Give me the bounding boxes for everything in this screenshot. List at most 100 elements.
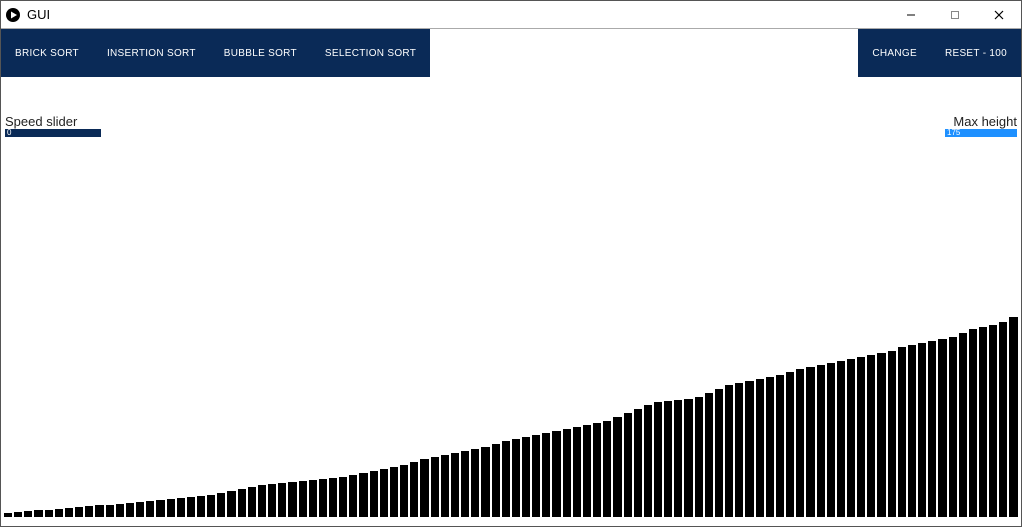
bar [877,353,885,517]
bar [268,484,276,517]
bar [410,462,418,517]
bar [908,345,916,517]
bar [319,479,327,517]
bar [492,444,500,517]
bar [938,339,946,517]
bar [217,493,225,517]
bar [1009,317,1017,517]
bar [522,437,530,517]
max-height-slider-block: Max height 175 [945,115,1017,137]
bars-visualization [4,317,1018,517]
bar [756,379,764,517]
bar [603,421,611,517]
bar [624,413,632,517]
bar [695,397,703,517]
bar [644,405,652,517]
bar [349,475,357,517]
bar [156,500,164,517]
bar [857,357,865,517]
bar [106,505,114,517]
bar [227,491,235,517]
bar [75,507,83,517]
bar [725,385,733,517]
bar [85,506,93,517]
bar [664,401,672,517]
bar [207,495,215,517]
bar [329,478,337,517]
bar [55,509,63,517]
sliders-row: Speed slider 0 Max height 175 [1,115,1021,135]
bar [339,477,347,517]
toolbar: BRICK SORT INSERTION SORT BUBBLE SORT SE… [1,29,1021,77]
bar [563,429,571,517]
bar [167,499,175,517]
bar [796,369,804,517]
bar [806,367,814,517]
maximize-button[interactable] [933,1,977,29]
speed-slider-block: Speed slider 0 [5,115,101,137]
bubble-sort-button[interactable]: BUBBLE SORT [210,29,311,77]
bar [4,513,12,517]
bar [999,322,1007,517]
bar [735,383,743,517]
bar [684,399,692,517]
bar [542,433,550,517]
bar [370,471,378,517]
bar [24,511,32,517]
bar [786,372,794,517]
bar [481,447,489,517]
bar [136,502,144,517]
bar [512,439,520,517]
bar [258,485,266,517]
bar [827,363,835,517]
bar [146,501,154,517]
bar [969,329,977,517]
bar [634,409,642,517]
bar [674,400,682,517]
bar [359,473,367,517]
close-button[interactable] [977,1,1021,29]
brick-sort-button[interactable]: BRICK SORT [1,29,93,77]
speed-slider-label: Speed slider [5,115,101,129]
minimize-button[interactable] [889,1,933,29]
bar [45,510,53,517]
selection-sort-button[interactable]: SELECTION SORT [311,29,430,77]
bar [898,347,906,517]
bar [248,487,256,517]
bar [14,512,22,517]
reset-button[interactable]: RESET - 100 [931,29,1021,77]
bar [552,431,560,517]
bar [837,361,845,517]
insertion-sort-button[interactable]: INSERTION SORT [93,29,210,77]
bar [238,489,246,517]
bar [949,337,957,517]
bar [380,469,388,517]
bar [888,351,896,517]
bar [288,482,296,517]
bar [867,355,875,517]
bar [817,365,825,517]
bar [989,325,997,517]
bar [928,341,936,517]
bar [715,389,723,517]
bar [197,496,205,517]
bar [278,483,286,517]
change-button[interactable]: CHANGE [858,29,931,77]
bar [461,451,469,517]
max-height-slider-label: Max height [945,115,1017,129]
bar [613,417,621,517]
bar [299,481,307,517]
bar [441,455,449,517]
max-height-slider-value: 175 [947,128,960,138]
bar [126,503,134,517]
bar [116,504,124,517]
max-height-slider[interactable]: 175 [945,129,1017,137]
speed-slider[interactable]: 0 [5,129,101,137]
bar [65,508,73,517]
bar [502,441,510,517]
bar [776,375,784,517]
control-button-group: CHANGE RESET - 100 [858,29,1021,77]
bar [309,480,317,517]
bar [959,333,967,517]
speed-slider-value: 0 [7,128,11,138]
